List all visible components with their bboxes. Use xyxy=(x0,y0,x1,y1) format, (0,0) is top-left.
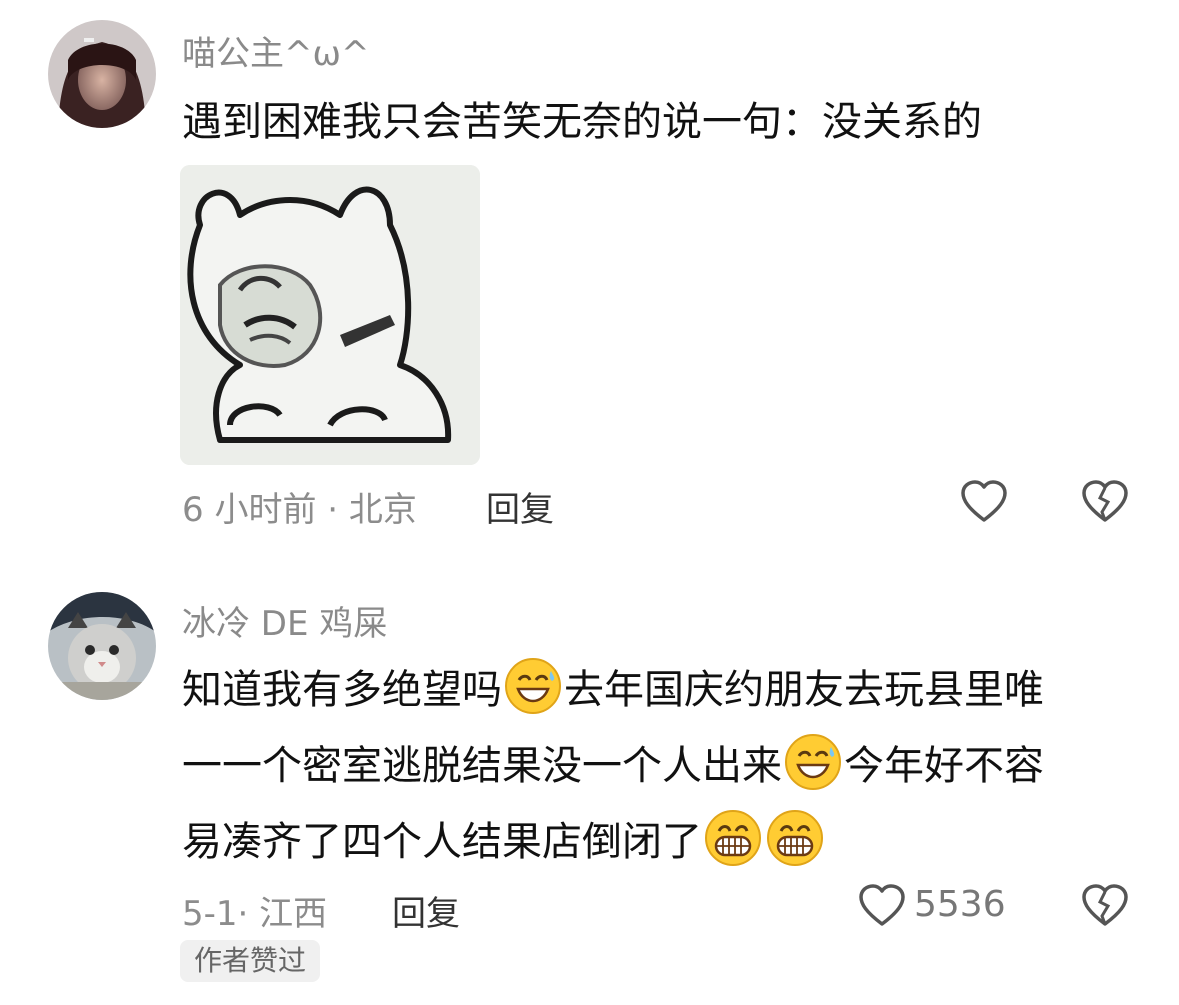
reply-button[interactable]: 回复 xyxy=(392,886,460,935)
comment-text-line: 一一个密室逃脱结果没一个人出来 今年好不容 xyxy=(182,728,1142,804)
user-avatar[interactable] xyxy=(48,592,156,700)
comment-meta: 5-1· 江西 xyxy=(182,894,328,934)
reply-button[interactable]: 回复 xyxy=(486,482,554,531)
comment-text: 遇到困难我只会苦笑无奈的说一句：没关系的 xyxy=(182,99,982,145)
heart-outline-icon[interactable] xyxy=(960,480,1008,524)
grin-sweat-emoji xyxy=(504,657,562,715)
big-grin-emoji xyxy=(766,809,824,867)
text-segment: 易凑齐了四个人结果店倒闭了 xyxy=(182,819,702,865)
heart-outline-icon[interactable] xyxy=(858,884,906,928)
comment-text-line: 知道我有多绝望吗 去年国庆约朋友去玩县里唯 xyxy=(182,652,1142,728)
comment-meta: 6 小时前 · 北京 xyxy=(182,490,417,530)
broken-heart-icon[interactable] xyxy=(1081,884,1129,928)
username[interactable]: 喵公主^ω^ xyxy=(182,26,369,75)
grin-sweat-emoji xyxy=(784,733,842,791)
text-segment: 今年好不容 xyxy=(844,743,1044,789)
text-segment: 知道我有多绝望吗 xyxy=(182,667,502,713)
broken-heart-icon[interactable] xyxy=(1081,480,1129,524)
text-segment: 去年国庆约朋友去玩县里唯 xyxy=(564,667,1044,713)
username[interactable]: 冰冷 DE 鸡屎 xyxy=(182,596,387,645)
user-avatar[interactable] xyxy=(48,20,156,128)
like-count: 5536 xyxy=(914,884,1006,925)
comment-text-line: 易凑齐了四个人结果店倒闭了 xyxy=(182,804,1142,880)
text-segment: 一一个密室逃脱结果没一个人出来 xyxy=(182,743,782,789)
sticker-image[interactable] xyxy=(180,165,480,465)
author-liked-badge: 作者赞过 xyxy=(180,940,321,982)
big-grin-emoji xyxy=(704,809,762,867)
comment-text: 知道我有多绝望吗 去年国庆约朋友去玩县里唯 一一个密室逃脱结果没一个人出来 今年… xyxy=(182,652,1142,880)
